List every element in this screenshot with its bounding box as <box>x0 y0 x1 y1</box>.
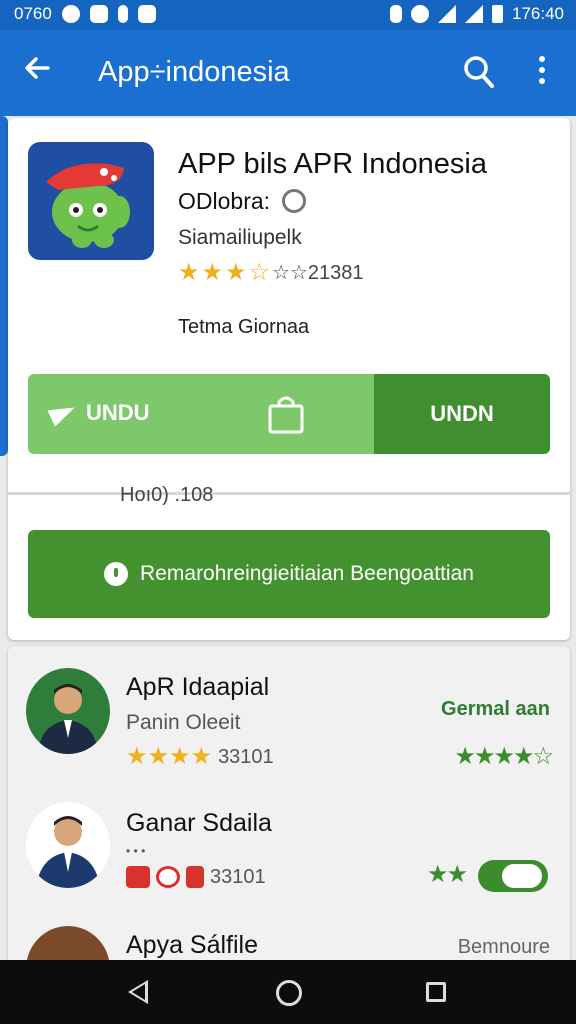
download-button-right[interactable]: UNDN <box>374 374 550 454</box>
download-bar: UNDU UNDN <box>28 374 550 454</box>
app-bar: App÷indonesia <box>0 30 576 116</box>
star-icon: ★ <box>201 259 224 286</box>
like-icon <box>126 866 150 888</box>
star-icon: ★ <box>225 259 247 286</box>
download-button-left[interactable]: UNDU <box>47 399 150 427</box>
divider <box>8 492 570 495</box>
rating-count: ☆☆21381 <box>272 262 364 284</box>
list-item-tag: Germal aan <box>441 698 550 720</box>
star-icon: ★ <box>178 259 200 286</box>
list-item-tag: Bemnoure <box>457 936 550 958</box>
app-bar-title: App÷indonesia <box>98 56 290 88</box>
system-nav-bar <box>0 960 576 1024</box>
developer-row[interactable]: ODlobra: <box>178 186 307 216</box>
download-left-label: UNDU <box>86 400 150 425</box>
info-icon <box>104 562 129 586</box>
app-logo-icon <box>28 142 154 260</box>
list-item[interactable]: ApR Idaapial Panin Oleeit ★★★★ 33101 Ger… <box>8 664 570 804</box>
list-item-count: 33101 <box>218 746 274 768</box>
signal-icon <box>438 5 456 23</box>
media-icon <box>137 5 156 23</box>
list-item-sub: • • • <box>126 844 146 858</box>
avatar <box>26 802 110 888</box>
gallery-icon <box>89 5 108 23</box>
list-item-count: 33101 <box>210 866 266 888</box>
flame-icon <box>186 866 204 888</box>
send-icon <box>47 399 79 427</box>
publisher-name: Siamailiupelk <box>178 226 302 249</box>
shopping-bag-icon[interactable] <box>266 394 306 434</box>
review-list: ApR Idaapial Panin Oleeit ★★★★ 33101 Ger… <box>8 646 570 966</box>
app-category: Tetma Giornaa <box>178 316 310 338</box>
list-item[interactable]: Ganar Sdaila • • • 33101 ★★ <box>8 802 570 942</box>
report-button-label: Remarohreingieitiaian Beengoattian <box>140 562 474 585</box>
list-item-name: ApR Idaapial <box>126 673 270 701</box>
report-button[interactable]: Remarohreingieitiaian Beengoattian <box>28 530 550 618</box>
nav-recents-icon[interactable] <box>426 982 446 1002</box>
vibrate-icon <box>390 5 402 23</box>
star-half-icon: ☆ <box>248 259 271 286</box>
star-icon: ★★★★ <box>126 743 213 770</box>
nav-home-icon[interactable] <box>276 980 302 1006</box>
app-title: APP bils APR Indonesia <box>178 148 487 180</box>
arrow-back-icon[interactable] <box>22 52 52 92</box>
status-time-right: 176:40 <box>512 4 564 23</box>
avatar <box>26 668 110 754</box>
nav-back-icon[interactable] <box>128 980 148 1004</box>
battery-icon <box>492 5 503 23</box>
search-icon[interactable] <box>462 54 496 90</box>
app-size-text: Hoı0) .108 <box>120 484 214 506</box>
status-bar: 0760 176:40 <box>0 0 576 30</box>
list-item-name: Ganar Sdaila <box>126 809 272 837</box>
verified-icon <box>282 189 307 213</box>
green-stars-icon: ★★ <box>426 861 468 888</box>
wifi-icon <box>411 5 429 23</box>
toggle-switch[interactable] <box>478 860 548 892</box>
notification-icon <box>61 5 80 23</box>
list-item-meta: ★★★★ 33101 <box>126 744 274 770</box>
green-stars-icon: ★★★★☆ <box>454 743 554 770</box>
status-time-left: 0760 <box>14 4 52 23</box>
gift-icon <box>156 866 180 888</box>
list-item-name: Apya Sálfile <box>126 931 259 959</box>
more-vert-icon[interactable] <box>534 56 550 90</box>
rating-row: ★ ★ ★ ☆ ☆☆21381 <box>178 260 364 286</box>
list-item-meta: 33101 <box>126 864 266 890</box>
list-item-sub: Panin Oleeit <box>126 711 241 734</box>
usb-icon <box>117 5 128 23</box>
signal-icon-2 <box>465 5 483 23</box>
developer-name: ODlobra: <box>178 188 271 214</box>
left-edge-accent <box>0 116 8 456</box>
app-detail-card: APP bils APR Indonesia ODlobra: Siamaili… <box>8 118 570 640</box>
